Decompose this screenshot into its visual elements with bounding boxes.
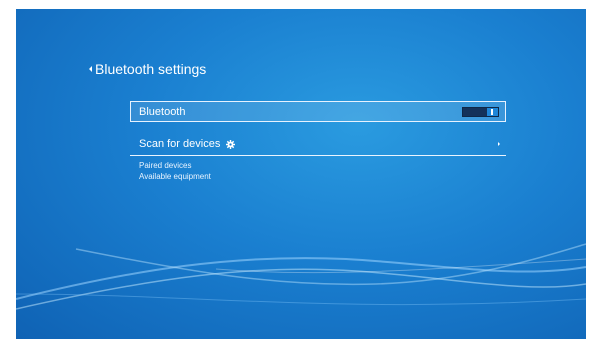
available-equipment-label[interactable]: Available equipment bbox=[139, 172, 211, 181]
scan-label-group: Scan for devices bbox=[139, 138, 236, 150]
gear-icon bbox=[226, 139, 236, 149]
paired-devices-label[interactable]: Paired devices bbox=[139, 161, 191, 170]
bluetooth-toggle[interactable] bbox=[462, 106, 499, 117]
toggle-knob bbox=[491, 108, 493, 115]
chevron-right-icon bbox=[498, 142, 500, 146]
bluetooth-label: Bluetooth bbox=[139, 105, 186, 118]
divider bbox=[130, 155, 506, 156]
wave-background bbox=[16, 243, 586, 310]
page-title: Bluetooth settings bbox=[95, 61, 207, 77]
bluetooth-toggle-row[interactable]: Bluetooth bbox=[130, 101, 506, 122]
tv-screen: Bluetooth settings Bluetooth Scan for de… bbox=[16, 9, 586, 339]
page-header[interactable]: Bluetooth settings bbox=[89, 61, 206, 77]
scan-label: Scan for devices bbox=[139, 138, 221, 150]
chevron-left-icon[interactable] bbox=[89, 66, 92, 72]
scan-for-devices-row[interactable]: Scan for devices bbox=[130, 134, 506, 154]
